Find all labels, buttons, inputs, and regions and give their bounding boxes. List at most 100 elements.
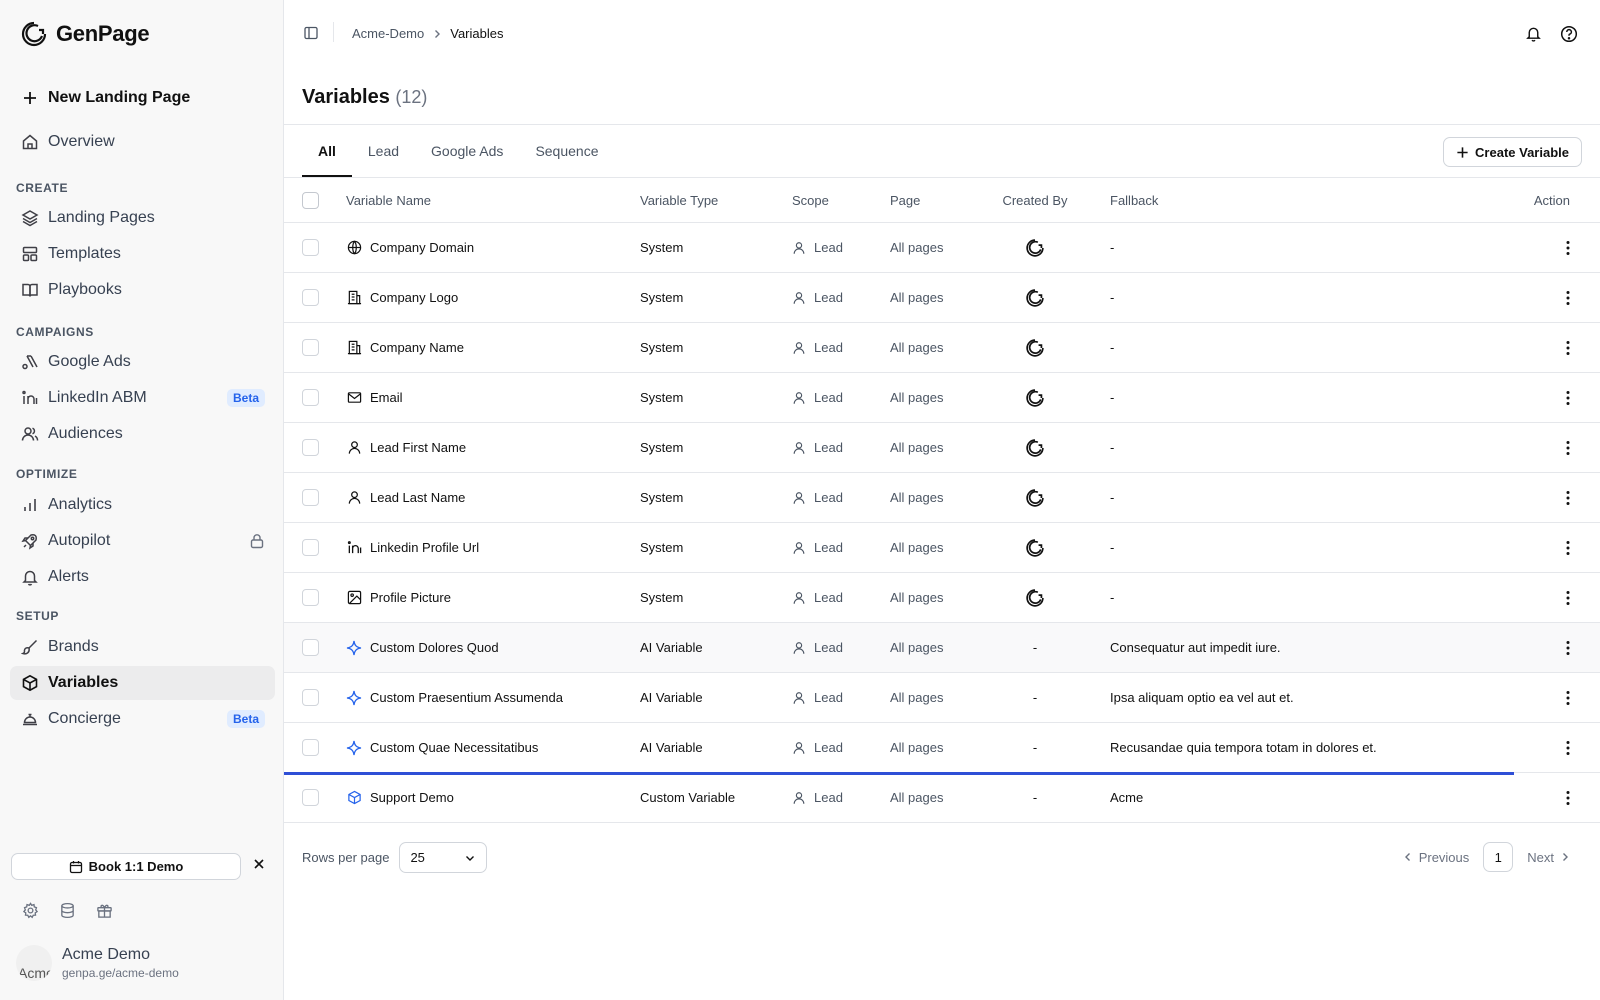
row-checkbox[interactable] (302, 789, 319, 806)
page-number-button[interactable]: 1 (1483, 842, 1514, 872)
row-checkbox[interactable] (302, 739, 319, 756)
row-checkbox[interactable] (302, 439, 319, 456)
section-campaigns: CAMPAIGNS (16, 325, 94, 339)
header-scope[interactable]: Scope (792, 178, 829, 222)
page-value: All pages (890, 690, 944, 705)
sidebar-item-brands[interactable]: Brands (10, 630, 275, 664)
table-row[interactable]: Company Domain System Lead All pages - (284, 223, 1600, 273)
user-profile[interactable]: Acme Acme Demo genpa.ge/acme-demo (16, 945, 179, 981)
gift-icon[interactable] (96, 902, 113, 919)
settings-gear-icon[interactable] (22, 902, 39, 919)
scope-cell: Lead (792, 523, 843, 572)
more-vertical-icon[interactable] (1566, 590, 1570, 606)
more-vertical-icon[interactable] (1566, 290, 1570, 306)
row-checkbox[interactable] (302, 389, 319, 406)
create-variable-button[interactable]: Create Variable (1443, 137, 1582, 167)
row-checkbox[interactable] (302, 239, 319, 256)
help-icon[interactable] (1560, 25, 1578, 43)
sidebar-item-analytics[interactable]: Analytics (10, 488, 275, 522)
row-checkbox[interactable] (302, 289, 319, 306)
new-landing-page-button[interactable]: New Landing Page (10, 81, 275, 115)
sidebar-item-playbooks[interactable]: Playbooks (10, 273, 275, 307)
variable-name: Company Name (370, 340, 464, 355)
sidebar-toggle-icon[interactable] (304, 26, 318, 40)
select-all-checkbox[interactable] (302, 191, 319, 209)
table-row[interactable]: Profile Picture System Lead All pages - (284, 573, 1600, 623)
sidebar-item-alerts[interactable]: Alerts (10, 560, 275, 594)
sidebar-item-label: Overview (48, 133, 115, 150)
more-vertical-icon[interactable] (1566, 640, 1570, 656)
row-checkbox[interactable] (302, 639, 319, 656)
sidebar-item-templates[interactable]: Templates (10, 237, 275, 271)
row-checkbox[interactable] (302, 589, 319, 606)
rows-per-page-select[interactable]: 25 (399, 842, 488, 873)
more-vertical-icon[interactable] (1566, 340, 1570, 356)
tab-lead[interactable]: Lead (352, 125, 415, 177)
variable-type: System (640, 390, 684, 405)
next-page-button[interactable]: Next (1527, 850, 1570, 865)
scope-cell: Lead (792, 573, 843, 622)
row-checkbox[interactable] (302, 689, 319, 706)
more-vertical-icon[interactable] (1566, 490, 1570, 506)
table-row[interactable]: Lead First Name System Lead All pages - (284, 423, 1600, 473)
table-row[interactable]: Company Logo System Lead All pages - (284, 273, 1600, 323)
notification-bell-icon[interactable] (1525, 25, 1542, 43)
cube-icon (20, 673, 40, 693)
header-variable-type[interactable]: Variable Type (640, 178, 718, 222)
previous-page-button[interactable]: Previous (1403, 850, 1469, 865)
row-checkbox[interactable] (302, 489, 319, 506)
page-value: All pages (890, 790, 944, 805)
rows-per-page: Rows per page 25 (302, 842, 488, 873)
sidebar-item-autopilot[interactable]: Autopilot (10, 524, 275, 558)
variable-type: System (640, 490, 684, 505)
table-row[interactable]: Support Demo Custom Variable Lead All pages… (284, 773, 1600, 823)
sidebar-item-concierge[interactable]: Concierge Beta (10, 702, 275, 736)
row-checkbox[interactable] (302, 339, 319, 356)
close-icon[interactable] (253, 858, 265, 870)
more-vertical-icon[interactable] (1566, 540, 1570, 556)
variable-name: Profile Picture (370, 590, 451, 605)
main-content: Acme-Demo Variables Variables (12) All L… (284, 0, 1600, 1000)
book-demo-button[interactable]: Book 1:1 Demo (11, 853, 241, 880)
sidebar-item-audiences[interactable]: Audiences (10, 417, 275, 451)
header-fallback[interactable]: Fallback (1110, 178, 1158, 222)
table-row[interactable]: Email System Lead All pages - (284, 373, 1600, 423)
breadcrumb-link[interactable]: Acme-Demo (352, 26, 424, 41)
users-icon (20, 424, 40, 444)
sidebar-item-overview[interactable]: Overview (10, 125, 275, 159)
table-row[interactable]: Custom Quae Necessitatibus AI Variable Lea… (284, 723, 1600, 775)
table-row[interactable]: Custom Dolores Quod AI Variable Lead All pa… (284, 623, 1600, 673)
more-vertical-icon[interactable] (1566, 440, 1570, 456)
app-logo[interactable]: GenPage (20, 20, 150, 48)
table-row[interactable]: Linkedin Profile Url System Lead All pages - (284, 523, 1600, 573)
row-checkbox[interactable] (302, 539, 319, 556)
more-vertical-icon[interactable] (1566, 390, 1570, 406)
table-row[interactable]: Custom Praesentium Assumenda AI Variable L… (284, 673, 1600, 723)
table-row[interactable]: Lead Last Name System Lead All pages - (284, 473, 1600, 523)
rows-per-page-label: Rows per page (302, 850, 390, 865)
sidebar-item-google-ads[interactable]: Google Ads (10, 345, 275, 379)
bell-icon (20, 567, 40, 587)
more-vertical-icon[interactable] (1566, 790, 1570, 806)
more-vertical-icon[interactable] (1566, 690, 1570, 706)
breadcrumb: Acme-Demo Variables (352, 26, 503, 41)
table-row[interactable]: Company Name System Lead All pages - (284, 323, 1600, 373)
image-icon (346, 590, 362, 606)
sidebar-item-linkedin-abm[interactable]: LinkedIn ABM Beta (10, 381, 275, 415)
more-vertical-icon[interactable] (1566, 240, 1570, 256)
created-by-cell (1000, 523, 1070, 572)
scope-cell: Lead (792, 673, 843, 722)
scope-cell: Lead (792, 623, 843, 672)
sidebar-item-variables[interactable]: Variables (10, 666, 275, 700)
tab-sequence[interactable]: Sequence (519, 125, 614, 177)
header-created-by[interactable]: Created By (1000, 178, 1070, 222)
tab-google-ads[interactable]: Google Ads (415, 125, 519, 177)
database-icon[interactable] (59, 902, 76, 919)
header-page[interactable]: Page (890, 178, 920, 222)
tab-all[interactable]: All (302, 125, 352, 177)
beta-badge: Beta (226, 389, 265, 407)
sidebar-item-landing-pages[interactable]: Landing Pages (10, 201, 275, 235)
more-vertical-icon[interactable] (1566, 740, 1570, 756)
header-variable-name[interactable]: Variable Name (346, 178, 431, 222)
sidebar-item-label: Landing Pages (48, 209, 155, 226)
